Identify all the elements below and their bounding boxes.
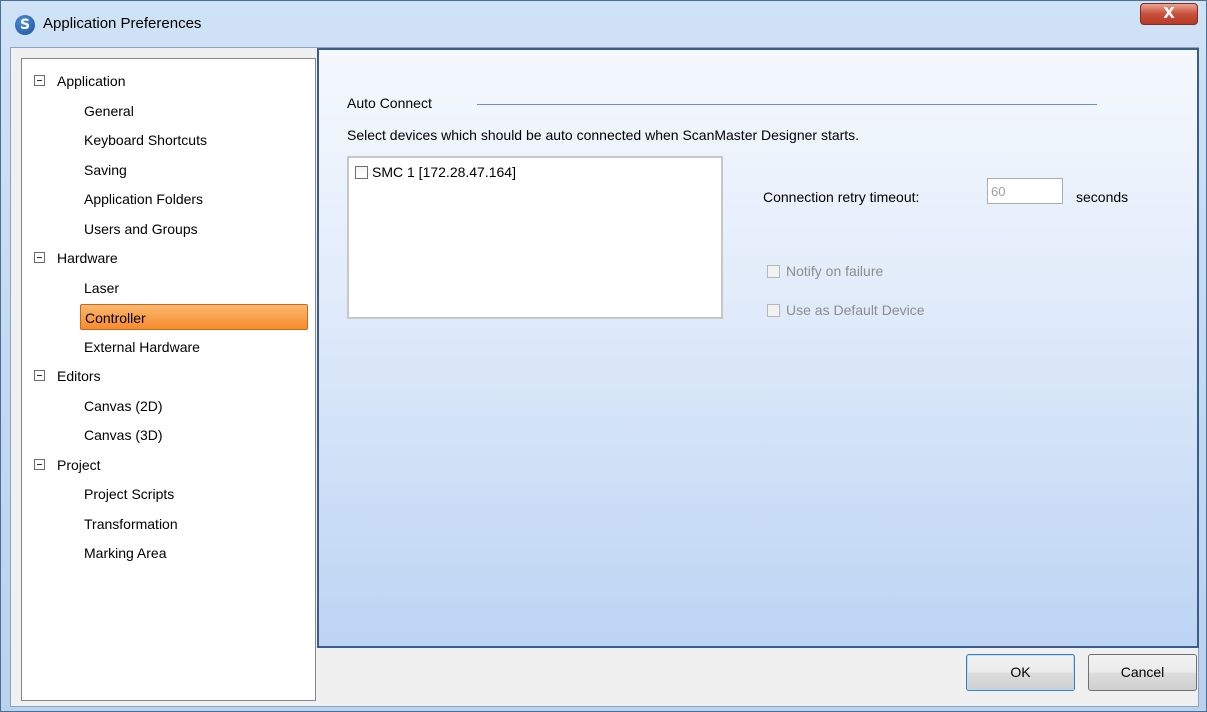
tree-group-project[interactable]: Project [34,452,101,478]
tree-item-external-hardware[interactable]: External Hardware [80,334,308,360]
tree-group-label: Project [57,457,101,473]
device-list[interactable]: SMC 1 [172.28.47.164] [347,156,723,319]
tree-item-transformation[interactable]: Transformation [80,511,308,537]
collapse-icon[interactable] [34,458,45,470]
tree-group-hardware[interactable]: Hardware [34,245,118,271]
notify-on-failure-checkbox[interactable] [767,264,780,278]
preferences-window: S Application Preferences X Application … [0,0,1207,712]
tree-item-keyboard-shortcuts[interactable]: Keyboard Shortcuts [80,127,308,153]
tree-item-canvas-3d[interactable]: Canvas (3D) [80,422,308,448]
tree-item-saving[interactable]: Saving [80,157,308,183]
notify-on-failure-option[interactable]: Notify on failure [767,262,883,280]
tree-item-marking-area[interactable]: Marking Area [80,540,308,566]
tree-item-general[interactable]: General [80,98,308,124]
tree-item-controller[interactable]: Controller [80,304,308,330]
default-device-option[interactable]: Use as Default Device [767,301,925,319]
tree-group-label: Hardware [57,250,118,266]
controller-settings-panel: Auto Connect Select devices which should… [317,48,1199,648]
tree-group-label: Application [57,73,126,89]
retry-timeout-unit: seconds [1076,189,1129,205]
app-logo-icon: S [15,15,35,35]
window-title: Application Preferences [43,15,202,32]
title-bar: S Application Preferences X [1,1,1206,47]
retry-timeout-input[interactable] [987,178,1063,204]
tree-item-project-scripts[interactable]: Project Scripts [80,481,308,507]
tree-group-label: Editors [57,368,101,384]
collapse-icon[interactable] [34,251,45,263]
device-checkbox[interactable] [355,165,368,179]
tree-item-canvas-2d[interactable]: Canvas (2D) [80,393,308,419]
list-item[interactable]: SMC 1 [172.28.47.164] [355,163,516,181]
collapse-icon[interactable] [34,369,45,381]
collapse-icon[interactable] [34,74,45,86]
dialog-client-area: Application General Keyboard Shortcuts S… [10,47,1199,707]
default-device-label: Use as Default Device [786,302,925,318]
section-title: Auto Connect [347,95,432,111]
tree-item-users-and-groups[interactable]: Users and Groups [80,216,308,242]
preferences-tree: Application General Keyboard Shortcuts S… [21,58,316,701]
close-button[interactable]: X [1140,3,1198,25]
cancel-button[interactable]: Cancel [1088,654,1197,691]
device-label: SMC 1 [172.28.47.164] [372,164,516,180]
ok-button[interactable]: OK [966,654,1075,691]
tree-group-editors[interactable]: Editors [34,363,101,389]
section-description: Select devices which should be auto conn… [347,127,860,143]
tree-group-application[interactable]: Application [34,68,126,94]
default-device-checkbox[interactable] [767,303,780,317]
tree-item-laser[interactable]: Laser [80,275,308,301]
tree-item-application-folders[interactable]: Application Folders [80,186,308,212]
notify-on-failure-label: Notify on failure [786,263,884,279]
section-divider [477,104,1097,105]
retry-timeout-label: Connection retry timeout: [763,189,920,205]
